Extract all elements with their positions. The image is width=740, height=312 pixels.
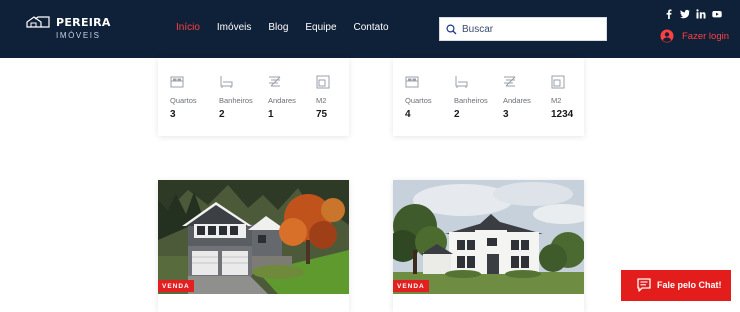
user-icon [660,29,674,43]
bed-icon [405,76,419,88]
main-nav: Início Imóveis Blog Equipe Contato [176,22,406,33]
stairs-icon [269,76,281,87]
area-icon [551,75,565,89]
house-photo-craftsman[interactable] [158,180,349,294]
house-photo-colonial[interactable] [393,180,584,294]
listing-card[interactable]: Quartos 3 Banheiros 2 Andares 1 M2 75 [158,58,349,136]
brand-logo[interactable]: PEREIRA IMÓVEIS [26,14,110,44]
listing-features: Quartos 4 Banheiros 2 Andares 3 M2 1234 [405,74,575,124]
feature-label: Andares [503,96,531,105]
brand-subtitle: IMÓVEIS [56,31,101,40]
feature-value: 2 [219,109,225,120]
feature-area: M2 75 [316,74,361,120]
area-icon [316,75,330,89]
listing-features: Quartos 3 Banheiros 2 Andares 1 M2 75 [170,74,340,124]
feature-bedrooms: Quartos 3 [170,74,215,120]
feature-label: Banheiros [219,96,253,105]
page: PEREIRA IMÓVEIS Início Imóveis Blog Equi… [0,0,740,312]
search-icon[interactable] [446,24,457,35]
social-links [664,9,722,19]
sale-badge: VENDA [158,280,194,292]
feature-bedrooms: Quartos 4 [405,74,450,120]
feature-label: M2 [551,96,562,105]
nav-item-imoveis[interactable]: Imóveis [217,22,251,33]
feature-label: M2 [316,96,327,105]
feature-bathrooms: Banheiros 2 [454,74,499,120]
nav-item-inicio[interactable]: Início [176,22,200,33]
feature-value: 2 [454,109,460,120]
youtube-icon[interactable] [712,9,722,19]
feature-bathrooms: Banheiros 2 [219,74,264,120]
listing-card[interactable]: Quartos 4 Banheiros 2 Andares 3 M2 1234 [393,58,584,136]
feature-value: 75 [316,109,328,120]
bathtub-icon [455,76,468,88]
feature-value: 4 [405,109,411,120]
chat-label: Fale pelo Chat! [657,280,722,290]
facebook-icon[interactable] [664,9,674,19]
feature-area: M2 1234 [551,74,596,120]
feature-label: Quartos [405,96,432,105]
feature-floors: Andares 1 [268,74,313,120]
search-box [439,17,607,41]
stairs-icon [504,76,516,87]
listing-card[interactable]: VENDA [158,180,349,312]
sale-badge: VENDA [393,280,429,292]
listing-card[interactable]: VENDA [393,180,584,312]
feature-value: 3 [503,109,509,120]
nav-item-contato[interactable]: Contato [354,22,389,33]
feature-value: 3 [170,109,176,120]
feature-value: 1 [268,109,274,120]
feature-label: Banheiros [454,96,488,105]
house-logo-icon [26,16,50,28]
feature-floors: Andares 3 [503,74,548,120]
bed-icon [170,76,184,88]
site-header: PEREIRA IMÓVEIS Início Imóveis Blog Equi… [0,0,740,58]
feature-label: Quartos [170,96,197,105]
twitter-icon[interactable] [680,9,690,19]
search-input[interactable] [462,18,602,40]
bathtub-icon [220,76,233,88]
brand-name: PEREIRA [56,16,111,29]
chat-button[interactable]: Fale pelo Chat! [621,270,731,301]
login-label: Fazer login [682,30,729,42]
feature-value: 1234 [551,109,574,120]
chat-icon [637,278,651,292]
nav-item-blog[interactable]: Blog [268,22,288,33]
login-button[interactable]: Fazer login [660,29,729,43]
feature-label: Andares [268,96,296,105]
nav-item-equipe[interactable]: Equipe [305,22,336,33]
linkedin-icon[interactable] [696,9,706,19]
